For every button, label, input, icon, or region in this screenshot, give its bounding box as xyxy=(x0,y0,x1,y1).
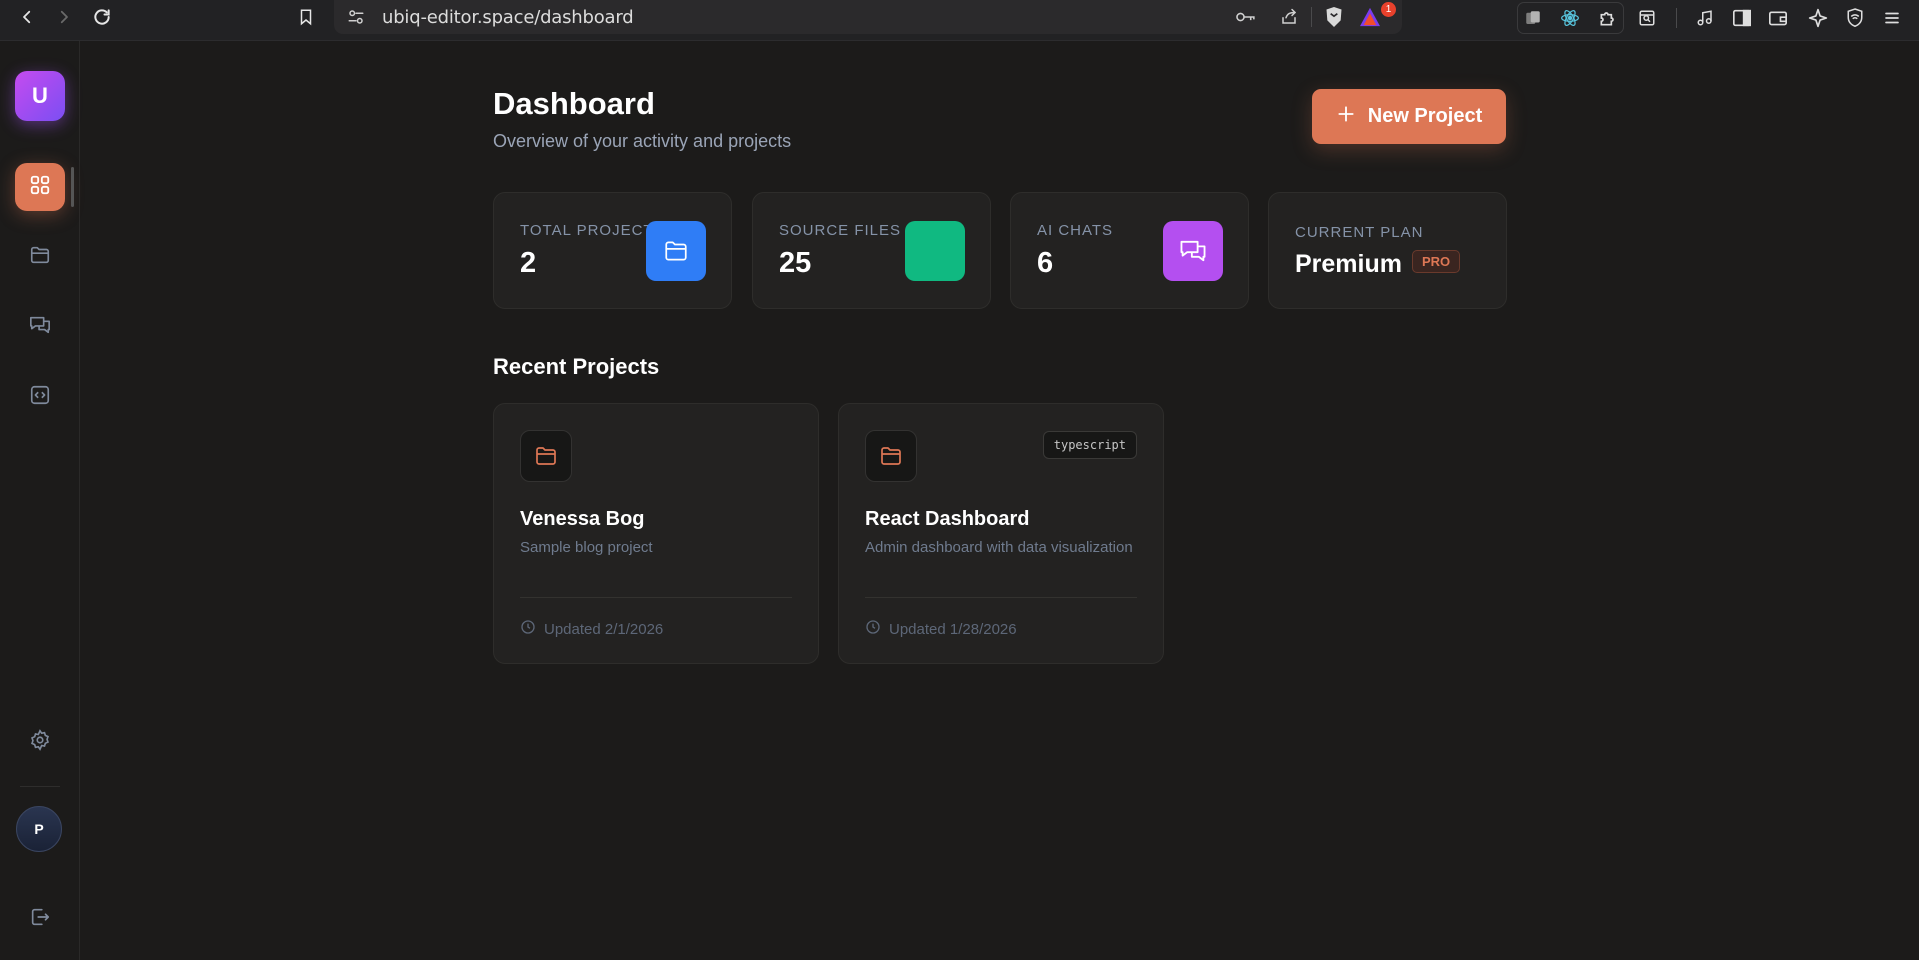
stat-card-current-plan: Current Plan Premium PRO xyxy=(1268,192,1507,309)
forward-icon[interactable] xyxy=(51,4,77,30)
plan-name: Premium xyxy=(1295,250,1402,278)
folder-icon xyxy=(520,430,572,482)
stat-card-source-files: Source Files 25 xyxy=(752,192,991,309)
updated-date: Updated 1/28/2026 xyxy=(889,620,1017,638)
settings-button[interactable] xyxy=(15,718,65,766)
grid-icon xyxy=(29,174,51,201)
vpn-icon[interactable] xyxy=(1844,7,1866,29)
file-icon xyxy=(905,221,965,281)
chat-icon xyxy=(1163,221,1223,281)
gear-icon xyxy=(29,728,51,756)
stat-label: Total Projects xyxy=(520,222,665,239)
address-bar[interactable]: ubiq-editor.space/dashboard xyxy=(334,0,1402,34)
project-name: React Dashboard xyxy=(865,508,1030,530)
extensions-puzzle-icon[interactable] xyxy=(1596,6,1620,30)
share-icon[interactable] xyxy=(1278,7,1300,27)
wallet-icon[interactable] xyxy=(1767,7,1789,29)
project-updated: Updated 2/1/2026 xyxy=(520,619,663,639)
clock-icon xyxy=(520,619,536,639)
plan-value-row: Premium PRO xyxy=(1295,249,1461,279)
logout-icon xyxy=(29,906,51,933)
sidebar-item-dashboard[interactable] xyxy=(15,163,65,211)
site-settings-icon[interactable] xyxy=(346,7,366,27)
sidebar-divider xyxy=(20,786,60,787)
app-sidebar: U P xyxy=(0,41,80,960)
page-title: Dashboard xyxy=(493,86,655,121)
stat-card-ai-chats: AI Chats 6 xyxy=(1010,192,1249,309)
project-card[interactable]: Venessa Bog Sample blog project Updated … xyxy=(493,403,819,664)
project-name: Venessa Bog xyxy=(520,508,645,530)
avatar[interactable]: P xyxy=(16,806,62,852)
divider xyxy=(1676,8,1677,28)
clock-icon xyxy=(865,619,881,639)
card-divider xyxy=(520,597,792,598)
chat-icon xyxy=(28,314,52,341)
project-updated: Updated 1/28/2026 xyxy=(865,619,1017,639)
page-search-icon[interactable] xyxy=(1636,7,1658,29)
sidebar-item-chats[interactable] xyxy=(15,303,65,351)
plus-icon xyxy=(1336,104,1356,130)
updated-date: Updated 2/1/2026 xyxy=(544,620,664,638)
code-icon xyxy=(29,384,51,411)
card-divider xyxy=(865,597,1137,598)
project-description: Sample blog project xyxy=(520,539,653,556)
brave-rewards-icon[interactable] xyxy=(1358,5,1382,29)
pro-badge: PRO xyxy=(1411,249,1461,273)
folder-icon xyxy=(29,244,51,271)
logout-button[interactable] xyxy=(15,895,65,943)
stat-label: AI Chats xyxy=(1037,222,1114,239)
leo-ai-icon[interactable] xyxy=(1807,7,1829,29)
sidebar-toggle-icon[interactable] xyxy=(1731,7,1753,29)
stat-card-total-projects: Total Projects 2 xyxy=(493,192,732,309)
brave-shield-icon[interactable] xyxy=(1322,5,1346,29)
browser-toolbar: ubiq-editor.space/dashboard 1 xyxy=(0,0,1919,41)
new-project-button[interactable]: New Project xyxy=(1312,89,1506,144)
language-tag: typescript xyxy=(1042,431,1137,459)
stat-value: 6 xyxy=(1037,247,1054,279)
recent-projects-title: Recent Projects xyxy=(493,354,660,379)
reload-icon[interactable] xyxy=(89,4,115,30)
stat-label: Current Plan xyxy=(1295,224,1424,241)
sidebar-item-code[interactable] xyxy=(15,373,65,421)
project-description: Admin dashboard with data visualization xyxy=(865,539,1133,556)
folder-icon xyxy=(646,221,706,281)
sidebar-item-projects[interactable] xyxy=(15,233,65,281)
stat-value: 2 xyxy=(520,247,537,279)
project-card[interactable]: typescript React Dashboard Admin dashboa… xyxy=(838,403,1164,664)
bookmark-icon[interactable] xyxy=(293,4,319,30)
key-icon[interactable] xyxy=(1234,7,1258,27)
extension-1-icon[interactable] xyxy=(1522,7,1544,29)
new-project-label: New Project xyxy=(1367,105,1483,127)
back-icon[interactable] xyxy=(14,4,40,30)
menu-icon[interactable] xyxy=(1881,7,1903,29)
stat-value: 25 xyxy=(779,247,812,279)
address-url[interactable]: ubiq-editor.space/dashboard xyxy=(382,7,634,28)
app-logo[interactable]: U xyxy=(15,71,65,121)
page-subtitle: Overview of your activity and projects xyxy=(493,131,792,151)
folder-icon xyxy=(865,430,917,482)
music-icon[interactable] xyxy=(1694,7,1716,29)
notification-badge: 1 xyxy=(1381,2,1396,17)
stat-label: Source Files xyxy=(779,222,902,239)
divider xyxy=(1311,7,1312,27)
scroll-indicator[interactable] xyxy=(71,167,74,207)
react-devtools-icon[interactable] xyxy=(1559,7,1581,29)
